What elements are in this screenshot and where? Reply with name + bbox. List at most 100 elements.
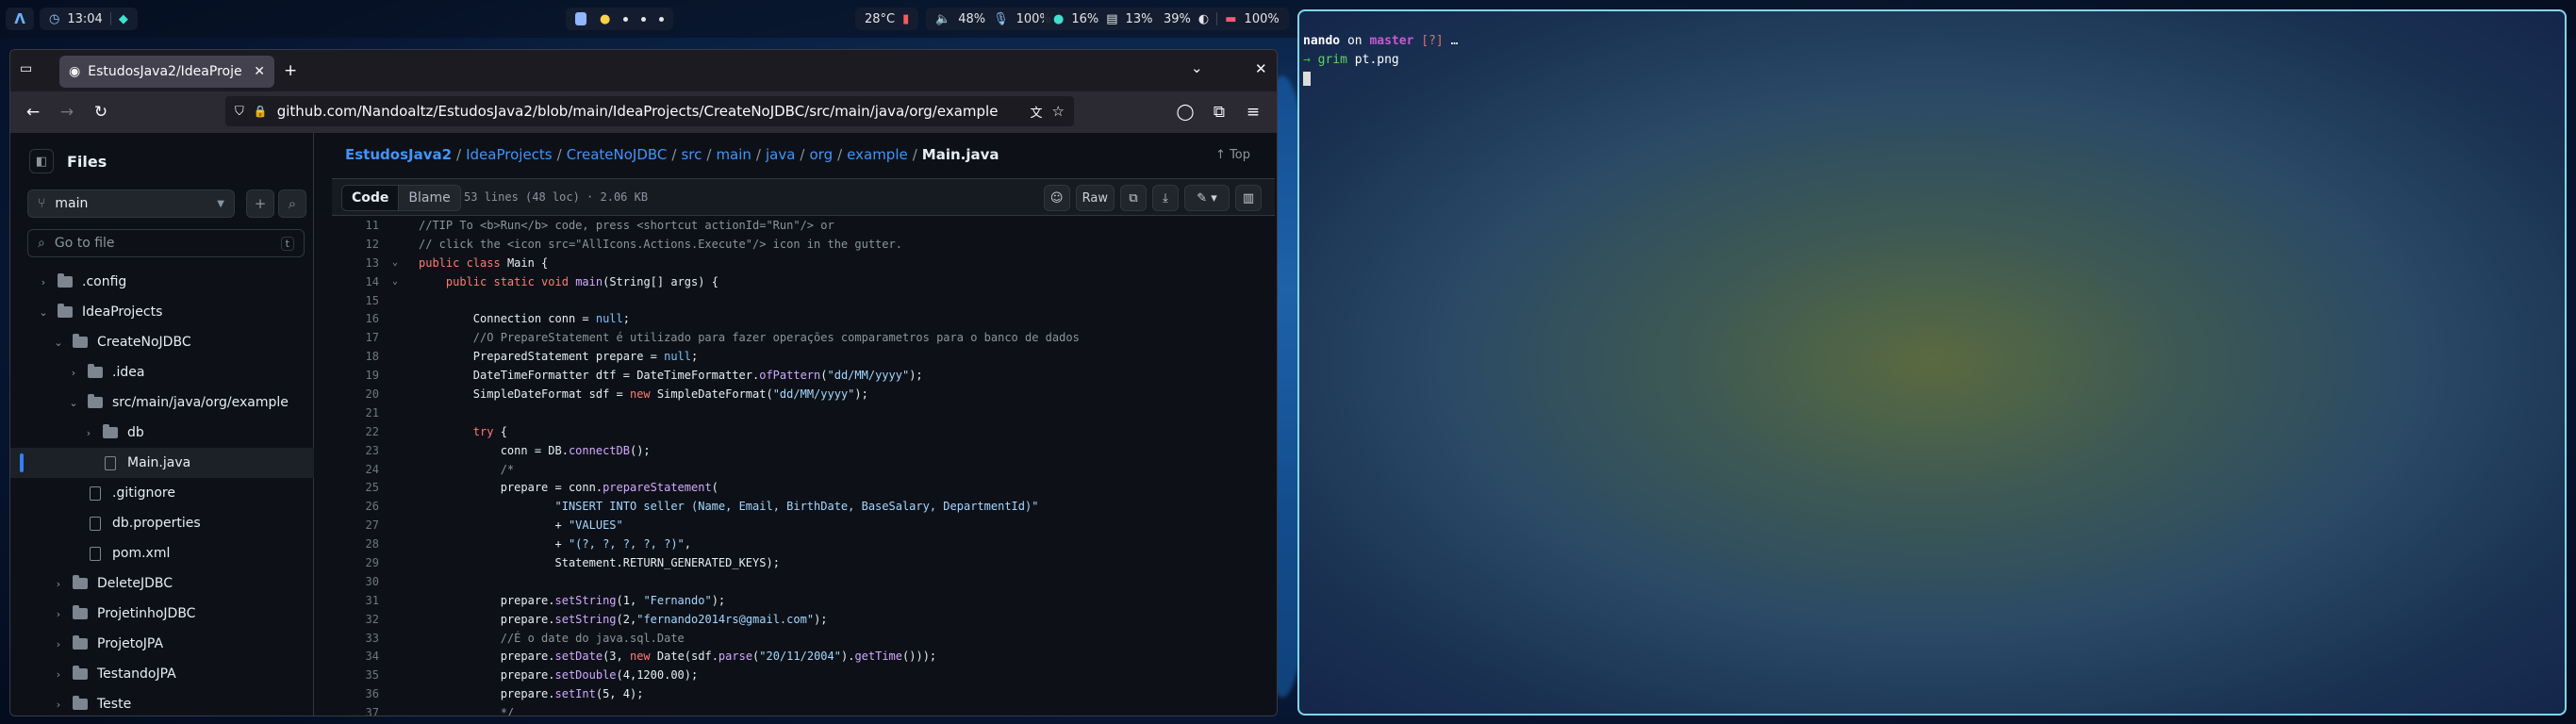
tree-item[interactable]: .gitignore [10, 478, 314, 508]
tab-overview-icon[interactable]: ▭ [20, 61, 41, 80]
line-number[interactable]: 32 [332, 613, 385, 626]
tree-item[interactable]: › DeleteJDBC [10, 568, 314, 599]
raw-button[interactable]: Raw [1075, 185, 1115, 211]
download-icon[interactable]: ⤓ [1152, 185, 1179, 211]
tree-item[interactable]: › db [10, 418, 314, 448]
cursor-line [1303, 70, 1458, 89]
line-number[interactable]: 30 [332, 575, 385, 588]
line-number[interactable]: 27 [332, 518, 385, 532]
line-number[interactable]: 22 [332, 425, 385, 438]
close-tab-icon[interactable]: ✕ [254, 64, 265, 79]
menu-icon[interactable]: ≡ [1242, 101, 1264, 123]
line-number[interactable]: 12 [332, 238, 385, 251]
line-number[interactable]: 34 [332, 650, 385, 663]
tree-item[interactable]: pom.xml [10, 538, 314, 568]
symbols-panel-icon[interactable]: ▥ [1235, 185, 1262, 211]
tree-item[interactable]: › .idea [10, 357, 314, 387]
tree-item[interactable]: Main.java [10, 448, 314, 478]
line-number[interactable]: 24 [332, 463, 385, 476]
line-number[interactable]: 28 [332, 537, 385, 551]
breadcrumb-repo[interactable]: EstudosJava2 [345, 146, 452, 163]
line-number[interactable]: 35 [332, 668, 385, 682]
breadcrumb-part[interactable]: org [809, 146, 833, 163]
go-to-file-input[interactable]: ⌕ Go to file t [27, 229, 305, 257]
url-bar[interactable]: ⛉ 🔒 github.com/Nandoaltz/EstudosJava2/bl… [225, 96, 1074, 126]
code-tab[interactable]: Code [342, 186, 400, 210]
reload-icon[interactable]: ↻ [90, 101, 112, 123]
line-number[interactable]: 17 [332, 331, 385, 344]
tree-item[interactable]: ⌄ CreateNoJDBC [10, 327, 314, 357]
line-number[interactable]: 25 [332, 481, 385, 494]
workspace-5[interactable] [659, 16, 665, 22]
file-sidebar: ◧ Files ⑂ main ▼ + ⌕ ⌕ Go to file t › .co… [10, 133, 314, 716]
close-window-icon[interactable]: ✕ [1255, 60, 1267, 77]
line-number[interactable]: 19 [332, 369, 385, 382]
line-number[interactable]: 14 [332, 275, 385, 288]
breadcrumb-part[interactable]: CreateNoJDBC [567, 146, 668, 163]
tree-item[interactable]: › ProjetinhoJDBC [10, 599, 314, 629]
workspace-3[interactable] [623, 16, 629, 22]
terminal-window[interactable]: nando on master [?] … → grim pt.png [1297, 9, 2567, 716]
line-number[interactable]: 31 [332, 594, 385, 607]
line-number[interactable]: 33 [332, 632, 385, 645]
new-tab-button[interactable]: + [284, 61, 297, 80]
forward-icon[interactable]: → [56, 101, 78, 123]
code-view[interactable]: 11 //TIP To <b>Run</b> code, press <short… [332, 216, 1275, 716]
line-number[interactable]: 23 [332, 444, 385, 457]
account-icon[interactable]: ◯ [1174, 101, 1197, 123]
tree-item[interactable]: › ProjetoJPA [10, 629, 314, 659]
tree-item[interactable]: › Teste [10, 689, 314, 716]
line-number[interactable]: 26 [332, 500, 385, 513]
tree-item[interactable]: › TestandoJPA [10, 659, 314, 689]
line-number[interactable]: 18 [332, 350, 385, 363]
tree-item[interactable]: › .config [10, 267, 314, 297]
back-icon[interactable]: ← [22, 101, 44, 123]
status-temperature[interactable]: 28°C ▮ [855, 8, 919, 30]
status-audio[interactable]: 🔈 48% 🎙 100% [926, 8, 1061, 30]
extensions-icon[interactable]: ⧉ [1208, 101, 1230, 123]
breadcrumb-separator: / [837, 146, 843, 163]
breadcrumb-part[interactable]: java [766, 146, 795, 163]
collapse-sidebar-icon[interactable]: ◧ [29, 149, 54, 173]
launcher-button[interactable]: Λ [6, 8, 34, 30]
status-power[interactable]: 39% ◐ ▬ 100% [1154, 8, 1289, 30]
workspace-2[interactable]: ● [600, 12, 610, 26]
edit-icon[interactable]: ✎ ▾ [1184, 185, 1230, 211]
line-number[interactable]: 29 [332, 556, 385, 569]
search-button[interactable]: ⌕ [278, 189, 306, 218]
line-number[interactable]: 16 [332, 312, 385, 325]
line-number[interactable]: 37 [332, 706, 385, 716]
breadcrumb-part[interactable]: example [847, 146, 908, 163]
breadcrumb-part[interactable]: src [681, 146, 702, 163]
line-number[interactable]: 36 [332, 687, 385, 700]
fold-chevron-icon[interactable]: ⌄ [385, 257, 405, 268]
branch-selector[interactable]: ⑂ main ▼ [27, 189, 235, 218]
breadcrumb-part[interactable]: main [716, 146, 751, 163]
line-number[interactable]: 15 [332, 294, 385, 307]
code-text: public class Main { [419, 255, 549, 270]
code-text: try { [472, 424, 507, 438]
tree-item[interactable]: ⌄ src/main/java/org/example [10, 387, 314, 418]
tab-github[interactable]: ◉ EstudosJava2/IdeaProje ✕ [59, 56, 274, 88]
translate-icon[interactable]: 文 [1031, 103, 1043, 121]
line-number[interactable]: 20 [332, 387, 385, 401]
clock-widget[interactable]: ◷ 13:04 ◆ [40, 8, 138, 30]
tree-item[interactable]: db.properties [10, 508, 314, 538]
bookmark-star-icon[interactable]: ☆ [1052, 103, 1065, 120]
line-number[interactable]: 21 [332, 406, 385, 420]
breadcrumb-part[interactable]: IdeaProjects [466, 146, 553, 163]
add-file-button[interactable]: + [246, 189, 274, 218]
line-number[interactable]: 13 [332, 256, 385, 270]
copilot-icon[interactable]: ☺ [1043, 185, 1070, 211]
tree-item[interactable]: ⌄ IdeaProjects [10, 297, 314, 327]
line-number[interactable]: 11 [332, 219, 385, 232]
top-link[interactable]: ↑ Top [1215, 148, 1250, 162]
blame-tab[interactable]: Blame [399, 186, 460, 210]
status-system[interactable]: ● 16% ▤ 13% [1044, 8, 1163, 30]
fold-chevron-icon[interactable]: ⌄ [385, 276, 405, 287]
copy-icon[interactable]: ⧉ [1120, 185, 1147, 211]
list-tabs-icon[interactable]: ⌄ [1191, 59, 1203, 76]
brightness-icon: ◐ [1197, 11, 1210, 26]
workspace-1[interactable] [575, 12, 586, 25]
workspace-4[interactable] [641, 16, 647, 22]
